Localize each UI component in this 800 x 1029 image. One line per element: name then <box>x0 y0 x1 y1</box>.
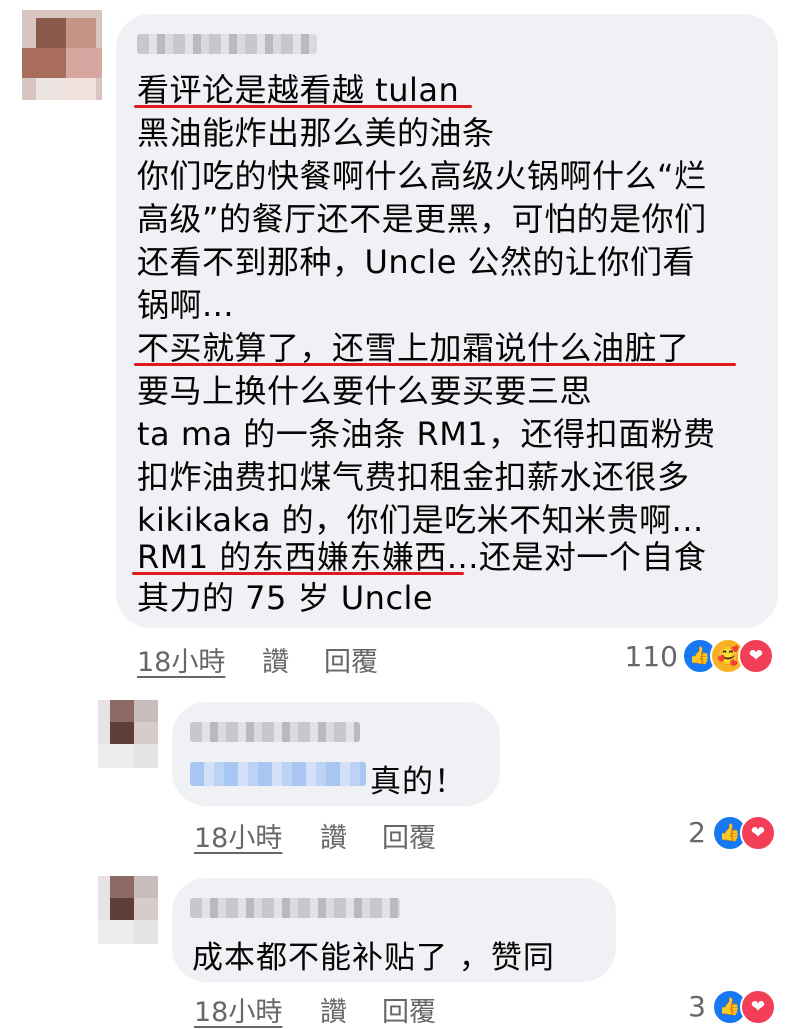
comment-line: ta ma 的一条油条 RM1，还得扣面粉费 <box>137 415 716 453</box>
reaction-icons[interactable]: 👍 ❤ <box>712 815 782 851</box>
reaction-count[interactable]: 110 <box>610 640 678 673</box>
highlight-underline <box>132 572 464 575</box>
author-name[interactable] <box>190 722 360 742</box>
avatar[interactable] <box>98 700 158 768</box>
comment-line: 看评论是越看越 tulan <box>137 71 460 109</box>
love-icon: ❤ <box>740 989 776 1025</box>
reply-timestamp[interactable]: 18小時 <box>194 990 282 1029</box>
comment-line: 不买就算了，还雪上加霜说什么油脏了 <box>137 329 690 367</box>
comment-line: 锅啊... <box>137 286 235 324</box>
reaction-icons[interactable]: 👍 ❤ <box>712 989 782 1025</box>
reply-button[interactable]: 回覆 <box>324 640 378 679</box>
comment-line: 高级”的餐厅还不是更黑，可怕的是你们 <box>137 200 707 238</box>
author-name[interactable] <box>137 34 317 54</box>
reply-timestamp[interactable]: 18小時 <box>194 816 282 855</box>
reply-text: 成本都不能补贴了 ，赞同 <box>192 940 555 976</box>
like-button[interactable]: 讚 <box>320 990 347 1029</box>
like-button[interactable]: 讚 <box>262 640 289 679</box>
comment-line: 其力的 75 岁 Uncle <box>137 579 434 617</box>
mention-link[interactable] <box>190 762 366 786</box>
comment-line: 黑油能炸出那么美的油条 <box>137 114 495 152</box>
reply-text: 真的！ <box>370 764 466 800</box>
comment-line: 扣炸油费扣煤气费扣租金扣薪水还很多 <box>137 458 690 496</box>
avatar[interactable] <box>98 876 158 944</box>
comment-line: 还看不到那种，Uncle 公然的让你们看 <box>137 243 696 281</box>
comment-line: 你们吃的快餐啊什么高级火锅啊什么“烂 <box>137 157 707 195</box>
author-name[interactable] <box>190 898 400 918</box>
reaction-icons[interactable]: 👍 🥰 ❤ <box>682 638 782 674</box>
reaction-count[interactable]: 2 <box>660 816 706 849</box>
comment-line: RM1 的东西嫌东嫌西...还是对一个自食 <box>137 538 707 576</box>
love-icon: ❤ <box>740 815 776 851</box>
like-button[interactable]: 讚 <box>320 816 347 855</box>
comment-line: kikikaka 的，你们是吃米不知米贵啊... <box>137 501 704 539</box>
avatar[interactable] <box>22 10 102 100</box>
reply-button[interactable]: 回覆 <box>382 816 436 855</box>
reply-button[interactable]: 回覆 <box>382 990 436 1029</box>
comment-line: 要马上换什么要什么要买要三思 <box>137 372 593 410</box>
reaction-count[interactable]: 3 <box>660 990 706 1023</box>
comment-timestamp[interactable]: 18小時 <box>137 640 225 679</box>
love-icon: ❤ <box>738 638 774 674</box>
highlight-underline <box>134 363 736 366</box>
highlight-underline <box>134 105 472 108</box>
